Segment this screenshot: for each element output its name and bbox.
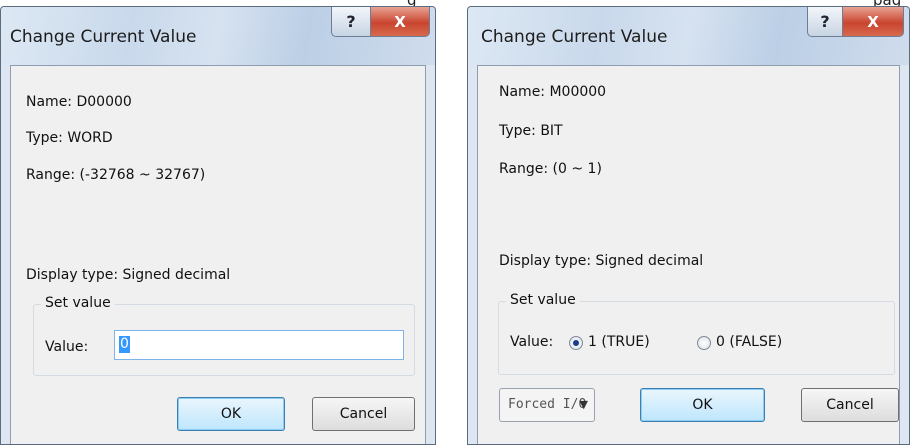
radio-false[interactable] — [697, 336, 711, 350]
close-icon: X — [394, 12, 406, 31]
close-button[interactable]: X — [370, 7, 430, 37]
set-value-group: Set value Value: 0 — [33, 295, 415, 376]
set-value-legend: Set value — [41, 295, 115, 311]
value-input[interactable]: 0 — [114, 330, 404, 360]
radio-true-label[interactable]: 1 (TRUE) — [588, 334, 650, 350]
value-label: Value: — [510, 334, 554, 350]
display-type: Display type: Signed decimal — [26, 267, 231, 283]
ok-button[interactable]: OK — [640, 388, 765, 422]
set-value-legend: Set value — [506, 292, 580, 308]
display-type: Display type: Signed decimal — [499, 253, 704, 269]
radio-selected-dot — [573, 340, 579, 346]
cancel-button[interactable]: Cancel — [801, 388, 899, 422]
dialog-body: Name: D00000 Type: WORD Range: (-32768 ~… — [10, 65, 426, 444]
ok-button[interactable]: OK — [177, 397, 285, 431]
close-icon: X — [867, 12, 879, 31]
variable-name: Name: M00000 — [499, 84, 607, 100]
value-label: Value: — [45, 339, 89, 355]
variable-type: Type: WORD — [26, 130, 113, 146]
change-value-dialog-word: Change Current Value ? X Name: D00000 Ty… — [0, 6, 436, 445]
value-range: Range: (0 ~ 1) — [499, 161, 602, 177]
variable-name: Name: D00000 — [26, 94, 132, 110]
dialog-title: Change Current Value — [10, 27, 197, 47]
radio-false-label[interactable]: 0 (FALSE) — [716, 334, 782, 350]
radio-true[interactable] — [569, 336, 583, 350]
value-input-text: 0 — [119, 336, 130, 353]
set-value-group: Set value Value: 1 (TRUE) 0 (FALSE) — [498, 292, 895, 375]
help-button[interactable]: ? — [331, 7, 371, 37]
value-range: Range: (-32768 ~ 32767) — [26, 167, 206, 183]
help-icon: ? — [346, 12, 356, 31]
dropdown-arrow-icon: ▼ — [579, 398, 588, 411]
title-bar: Change Current Value ? X — [1, 7, 435, 65]
dialog-body: Name: M00000 Type: BIT Range: (0 ~ 1) Di… — [477, 65, 900, 444]
close-button[interactable]: X — [842, 7, 904, 37]
cancel-button[interactable]: Cancel — [312, 397, 415, 431]
change-value-dialog-bit: Change Current Value ? X Name: M00000 Ty… — [467, 6, 910, 445]
help-icon: ? — [820, 12, 830, 31]
dialog-title: Change Current Value — [481, 27, 668, 47]
variable-type: Type: BIT — [499, 123, 563, 139]
forced-io-label: Forced I/O — [508, 397, 587, 412]
forced-io-dropdown[interactable]: Forced I/O ▼ — [499, 388, 595, 422]
title-bar: Change Current Value ? X — [468, 7, 909, 65]
help-button[interactable]: ? — [807, 7, 843, 37]
